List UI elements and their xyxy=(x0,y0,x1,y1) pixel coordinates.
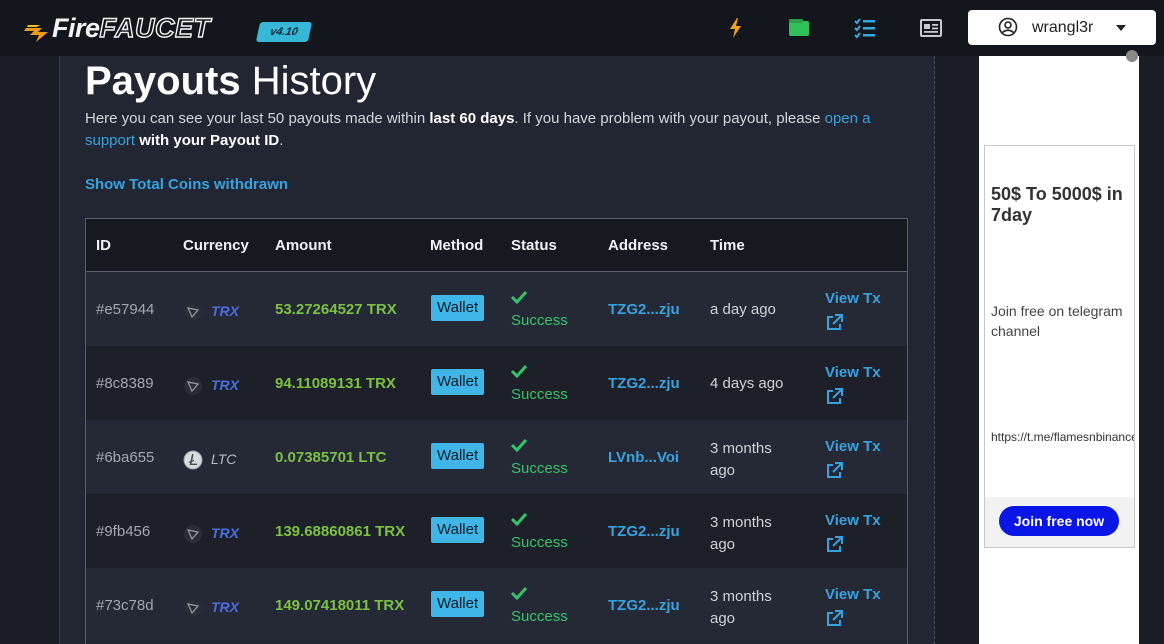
currency-label: TRX xyxy=(211,303,239,319)
check-icon xyxy=(511,586,527,600)
check-icon xyxy=(511,512,527,526)
table-row: #9fb456 TRX 139.68860861 TRX Wallet Success T… xyxy=(86,494,907,568)
trx-icon xyxy=(184,303,202,321)
user-menu-button[interactable]: wrangl3r xyxy=(968,10,1156,45)
bolt-icon[interactable] xyxy=(724,16,748,40)
header-status: Status xyxy=(511,237,557,254)
address-link[interactable]: TZG2...zju xyxy=(608,523,680,540)
ad-url: https://t.me/flamesnbinance xyxy=(991,430,1135,444)
amount-value: 53.27264527 TRX xyxy=(275,301,397,318)
external-link-icon[interactable] xyxy=(826,536,843,553)
header-id: ID xyxy=(96,237,111,254)
amount-value: 0.07385701 LTC xyxy=(275,449,387,466)
address-link[interactable]: TZG2...zju xyxy=(608,597,680,614)
time-cell: 4 days ago xyxy=(710,375,784,392)
trx-icon xyxy=(184,377,202,395)
external-link-icon[interactable] xyxy=(826,610,843,627)
view-tx-link[interactable]: View Tx xyxy=(825,438,881,455)
method-badge: Wallet xyxy=(431,295,485,321)
top-navbar: Fire FAUCET v4.10 wrangl3r xyxy=(0,0,1164,56)
news-icon[interactable] xyxy=(919,16,943,40)
currency-label: TRX xyxy=(211,599,239,615)
method-badge: Wallet xyxy=(431,591,485,617)
payout-id: #e57944 xyxy=(96,301,155,318)
address-link[interactable]: LVnb...Voi xyxy=(608,449,679,466)
join-free-button[interactable]: Join free now xyxy=(999,506,1119,536)
time-cell: 3 months ago xyxy=(710,588,772,627)
payout-id: #6ba655 xyxy=(96,449,155,466)
time-cell: 3 months ago xyxy=(710,514,772,553)
user-circle-icon xyxy=(998,17,1018,37)
page-title: Payouts History xyxy=(85,59,377,103)
table-row: #73c78d TRX 149.07418011 TRX Wallet Success T… xyxy=(86,568,907,642)
external-link-icon[interactable] xyxy=(826,462,843,479)
show-total-coins-link[interactable]: Show Total Coins withdrawn xyxy=(85,176,288,193)
trx-icon xyxy=(184,599,202,617)
check-icon xyxy=(511,290,527,304)
method-badge: Wallet xyxy=(431,369,485,395)
ad-footer: Join free now xyxy=(985,497,1134,547)
flame-icon xyxy=(24,25,48,42)
wallet-icon[interactable] xyxy=(787,16,811,40)
ltc-icon xyxy=(183,450,203,470)
username-label: wrangl3r xyxy=(1032,19,1094,36)
currency-label: TRX xyxy=(211,525,239,541)
status-label: Success xyxy=(511,534,568,551)
payouts-table: ID Currency Amount Method Status Address… xyxy=(85,218,908,644)
currency-label: LTC xyxy=(211,451,237,467)
view-tx-link[interactable]: View Tx xyxy=(825,364,881,381)
status-label: Success xyxy=(511,608,568,625)
ad-headline: 50$ To 5000$ in 7day xyxy=(991,184,1123,225)
status-label: Success xyxy=(511,386,568,403)
payout-id: #73c78d xyxy=(96,597,154,614)
amount-value: 139.68860861 TRX xyxy=(275,523,406,540)
header-time: Time xyxy=(710,237,745,254)
ad-banner[interactable]: 50$ To 5000$ in 7day Join free on telegr… xyxy=(984,145,1135,548)
table-row: #e57944 TRX 53.27264527 TRX Wallet Success TZ… xyxy=(86,272,907,346)
currency-label: TRX xyxy=(211,377,239,393)
address-link[interactable]: TZG2...zju xyxy=(608,375,680,392)
version-badge: v4.10 xyxy=(255,22,313,42)
external-link-icon[interactable] xyxy=(826,314,843,331)
method-badge: Wallet xyxy=(431,517,485,543)
method-badge: Wallet xyxy=(431,443,485,469)
check-icon xyxy=(511,438,527,452)
time-cell: 3 months ago xyxy=(710,440,772,479)
payout-id: #9fb456 xyxy=(96,523,151,540)
logo-fire-text: Fire xyxy=(52,13,100,43)
header-method: Method xyxy=(430,237,484,254)
amount-value: 149.07418011 TRX xyxy=(275,597,405,614)
table-row: #8c8389 TRX 94.11089131 TRX Wallet Success TZ… xyxy=(86,346,907,420)
table-row: #6ba655 LTC 0.07385701 LTC Wallet Success LVn… xyxy=(86,420,907,494)
view-tx-link[interactable]: View Tx xyxy=(825,290,881,307)
trx-icon xyxy=(184,525,202,543)
page-description: Here you can see your last 50 payouts ma… xyxy=(85,110,871,149)
tasks-icon[interactable] xyxy=(853,16,877,40)
amount-value: 94.11089131 TRX xyxy=(275,375,396,392)
firefaucet-logo[interactable]: Fire FAUCET xyxy=(24,8,211,44)
header-currency: Currency xyxy=(183,237,249,254)
address-link[interactable]: TZG2...zju xyxy=(608,301,680,318)
ad-text: Join free on telegram channel xyxy=(991,303,1123,339)
logo-faucet-text: FAUCET xyxy=(99,12,211,43)
header-address: Address xyxy=(608,237,669,254)
view-tx-link[interactable]: View Tx xyxy=(825,586,881,603)
check-icon xyxy=(511,364,527,378)
payout-id: #8c8389 xyxy=(96,375,154,392)
table-header: ID Currency Amount Method Status Address… xyxy=(86,219,907,272)
external-link-icon[interactable] xyxy=(826,388,843,405)
ad-close-icon[interactable] xyxy=(1126,50,1138,62)
status-label: Success xyxy=(511,460,568,477)
time-cell: a day ago xyxy=(710,301,776,318)
status-label: Success xyxy=(511,312,568,329)
open-support-link-cont[interactable]: support xyxy=(85,132,135,149)
open-support-link[interactable]: open a xyxy=(825,110,871,127)
header-amount: Amount xyxy=(275,237,332,254)
caret-down-icon xyxy=(1116,25,1126,31)
view-tx-link[interactable]: View Tx xyxy=(825,512,881,529)
